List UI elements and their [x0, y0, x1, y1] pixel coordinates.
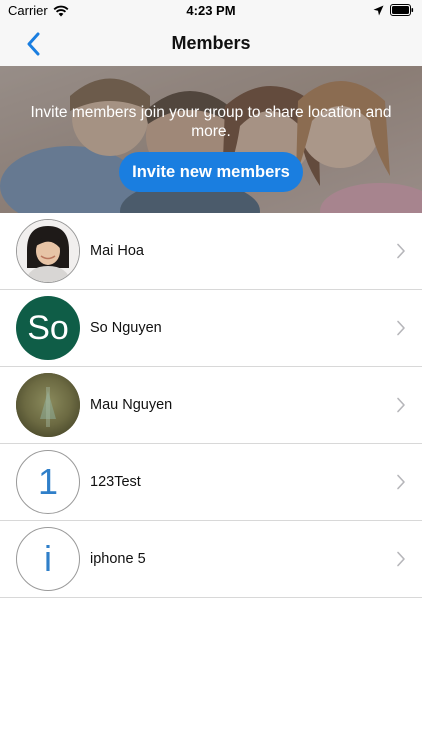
member-row[interactable]: Mau Nguyen [0, 367, 422, 444]
member-row[interactable]: Mai Hoa [0, 213, 422, 290]
avatar: 1 [16, 450, 80, 514]
avatar [16, 219, 80, 283]
chevron-right-icon [397, 551, 405, 567]
chevron-right-icon [397, 397, 405, 413]
navigation-bar: Members [0, 22, 422, 66]
invite-banner: Invite members join your group to share … [0, 66, 422, 213]
member-name: 123Test [90, 474, 141, 490]
chevron-right-icon [397, 474, 405, 490]
member-row[interactable]: So So Nguyen [0, 290, 422, 367]
invite-new-members-button[interactable]: Invite new members [119, 152, 303, 192]
member-name: So Nguyen [90, 320, 162, 336]
avatar-initials: 1 [37, 461, 59, 502]
status-right [373, 4, 414, 16]
invite-message: Invite members join your group to share … [30, 104, 392, 140]
avatar: i [16, 527, 80, 591]
chevron-right-icon [397, 320, 405, 336]
avatar-initials: So [27, 309, 69, 347]
battery-icon [390, 4, 414, 16]
avatar-photo [17, 220, 79, 282]
member-name: iphone 5 [90, 551, 146, 567]
member-name: Mau Nguyen [90, 397, 173, 413]
members-screen: Carrier 4:23 PM Members Invite members j… [0, 0, 422, 750]
page-title: Members [171, 33, 251, 53]
avatar [16, 373, 80, 437]
status-bar: Carrier 4:23 PM [0, 0, 422, 22]
avatar-photo [16, 373, 80, 437]
status-time: 4:23 PM [186, 3, 236, 18]
member-list: Mai Hoa So So Nguyen Mau Nguyen 1 123Tes… [0, 213, 422, 598]
member-name: Mai Hoa [90, 243, 144, 259]
location-arrow-icon [373, 5, 384, 16]
chevron-right-icon [397, 243, 405, 259]
avatar-initials: i [44, 538, 52, 579]
avatar: So [16, 296, 80, 360]
member-row[interactable]: i iphone 5 [0, 521, 422, 598]
member-row[interactable]: 1 123Test [0, 444, 422, 521]
